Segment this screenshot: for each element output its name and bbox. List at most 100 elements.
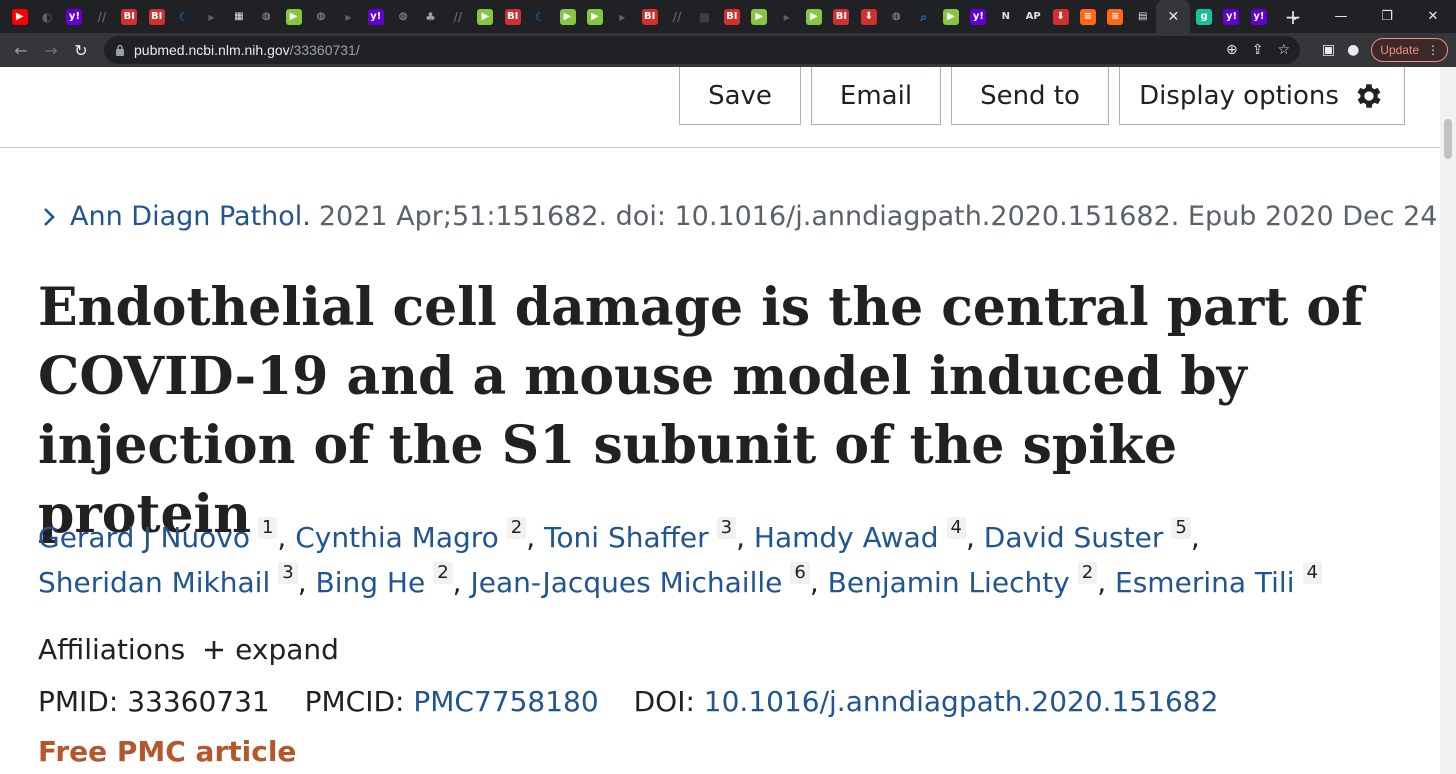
author-link[interactable]: Toni Shaffer [544, 521, 709, 554]
browser-tab[interactable]: ◍ [389, 0, 416, 33]
browser-tab[interactable]: y! [965, 0, 992, 33]
author-link[interactable]: Gerard J Nuovo [38, 521, 250, 554]
close-window-icon[interactable]: ✕ [1410, 9, 1456, 24]
affiliation-number[interactable]: 2 [506, 517, 527, 539]
update-button[interactable]: Update ⋮ [1371, 38, 1448, 62]
affiliation-number[interactable]: 4 [1302, 562, 1322, 584]
minimize-icon[interactable]: — [1318, 9, 1364, 24]
browser-tab[interactable]: y! [1245, 0, 1272, 33]
browser-tab[interactable]: ▶ [554, 0, 581, 33]
email-button[interactable]: Email [811, 67, 941, 125]
browser-tab[interactable]: // [444, 0, 471, 33]
affiliation-number[interactable]: 5 [1171, 517, 1191, 539]
author-link[interactable]: Esmerina Tili [1115, 566, 1294, 599]
browser-tab[interactable]: ▸ [773, 0, 800, 33]
browser-tab[interactable]: ▶ [800, 0, 827, 33]
chevron-right-icon[interactable] [38, 206, 60, 228]
side-panel-icon[interactable]: ▣ [1322, 42, 1335, 58]
author-link[interactable]: Cynthia Magro [295, 521, 499, 554]
browser-tab[interactable]: ▶ [472, 0, 499, 33]
browser-tab[interactable]: BI [499, 0, 526, 33]
journal-link[interactable]: Ann Diagn Pathol. [70, 201, 311, 232]
browser-tab[interactable]: ☾ [526, 0, 553, 33]
affiliation-number[interactable]: 1 [257, 517, 278, 539]
bookmark-star-icon[interactable]: ☆ [1277, 42, 1290, 58]
browser-tab[interactable]: ■ [691, 0, 718, 33]
browser-tab[interactable]: ◍ [883, 0, 910, 33]
browser-tab[interactable]: ≡ [1102, 0, 1129, 33]
browser-tab[interactable]: ▶ [6, 0, 33, 33]
browser-tab[interactable]: ≡ [1074, 0, 1101, 33]
close-tab-icon[interactable]: ✕ [1168, 9, 1180, 25]
doi-link[interactable]: 10.1016/j.anndiagpath.2020.151682 [704, 685, 1219, 718]
affiliation-number[interactable]: 4 [946, 517, 966, 539]
browser-tab[interactable]: // [663, 0, 690, 33]
restore-icon[interactable]: ❐ [1364, 9, 1410, 24]
pmcid-link[interactable]: PMC7758180 [413, 685, 598, 718]
send-to-button[interactable]: Send to [951, 67, 1109, 125]
profile-icon[interactable]: ● [1347, 42, 1359, 58]
browser-tab[interactable]: ☾ [170, 0, 197, 33]
affiliation-number[interactable]: 3 [278, 562, 298, 584]
browser-tab[interactable]: ▸ [335, 0, 362, 33]
tab-search-icon[interactable]: ⌄ [1272, 9, 1318, 24]
browser-tab[interactable]: ▦ [225, 0, 252, 33]
lock-icon[interactable] [114, 43, 126, 57]
browser-tab[interactable]: BI [828, 0, 855, 33]
browser-tab[interactable]: ⌕ [910, 0, 937, 33]
browser-tab[interactable]: y! [362, 0, 389, 33]
update-label: Update [1380, 43, 1419, 57]
browser-tab[interactable]: ▶ [746, 0, 773, 33]
browser-tab[interactable]: ⬇ [1047, 0, 1074, 33]
author-item: Jean-Jacques Michaille 6, [470, 562, 828, 599]
author-link[interactable]: Benjamin Liechty [828, 566, 1070, 599]
page-scrollbar[interactable] [1440, 67, 1456, 774]
browser-tab[interactable]: ▸ [609, 0, 636, 33]
browser-tab[interactable]: y! [61, 0, 88, 33]
reload-icon[interactable]: ↻ [66, 41, 96, 60]
browser-tab[interactable]: BI [116, 0, 143, 33]
browser-tab[interactable]: g [1190, 0, 1217, 33]
browser-tab[interactable]: BI [143, 0, 170, 33]
author-link[interactable]: Jean-Jacques Michaille [470, 566, 782, 599]
browser-tab[interactable]: ◍ [253, 0, 280, 33]
browser-tab[interactable]: BI [718, 0, 745, 33]
youtube-icon: ▶ [11, 8, 28, 25]
browser-tab[interactable]: // [88, 0, 115, 33]
menu-dots-icon[interactable]: ⋮ [1427, 43, 1439, 57]
affiliation-number[interactable]: 2 [1077, 562, 1098, 584]
browser-tab[interactable]: ▶ [937, 0, 964, 33]
browser-tab[interactable]: ♣ [417, 0, 444, 33]
browser-tab[interactable]: y! [1218, 0, 1245, 33]
browser-tab[interactable]: N [992, 0, 1019, 33]
news-icon: N [1001, 10, 1010, 22]
author-link[interactable]: Hamdy Awad [754, 521, 939, 554]
author-link[interactable]: Bing He [316, 566, 426, 599]
address-bar[interactable]: pubmed.ncbi.nlm.nih.gov/33360731/ ⊕ ⇪ ☆ [104, 36, 1300, 64]
zoom-icon[interactable]: ⊕ [1226, 42, 1238, 58]
forward-icon[interactable]: → [36, 41, 66, 60]
scrollbar-thumb[interactable] [1444, 119, 1452, 159]
affiliation-number[interactable]: 2 [433, 562, 453, 584]
affiliations-label: Affiliations [38, 633, 186, 666]
browser-tab-active[interactable]: ✕ [1156, 0, 1191, 33]
browser-tab[interactable]: BI [636, 0, 663, 33]
back-icon[interactable]: ← [6, 41, 36, 60]
author-link[interactable]: David Suster [984, 521, 1164, 554]
browser-tab[interactable]: ▤ [1129, 0, 1156, 33]
expand-affiliations-button[interactable]: expand [203, 633, 339, 666]
save-button[interactable]: Save [679, 67, 801, 125]
affiliation-number[interactable]: 3 [716, 517, 737, 539]
display-options-button[interactable]: Display options [1119, 67, 1405, 125]
url-text[interactable]: pubmed.ncbi.nlm.nih.gov/33360731/ [134, 42, 360, 58]
browser-tab[interactable]: ⬇ [855, 0, 882, 33]
browser-tab[interactable]: ▶ [280, 0, 307, 33]
browser-tab[interactable]: ▶ [581, 0, 608, 33]
browser-tab[interactable]: ◐ [33, 0, 60, 33]
author-link[interactable]: Sheridan Mikhail [38, 566, 270, 599]
share-icon[interactable]: ⇪ [1252, 42, 1264, 58]
browser-tab[interactable]: ◍ [307, 0, 334, 33]
browser-tab[interactable]: AP [1019, 0, 1046, 33]
affiliation-number[interactable]: 6 [790, 562, 810, 584]
browser-tab[interactable]: ▸ [198, 0, 225, 33]
